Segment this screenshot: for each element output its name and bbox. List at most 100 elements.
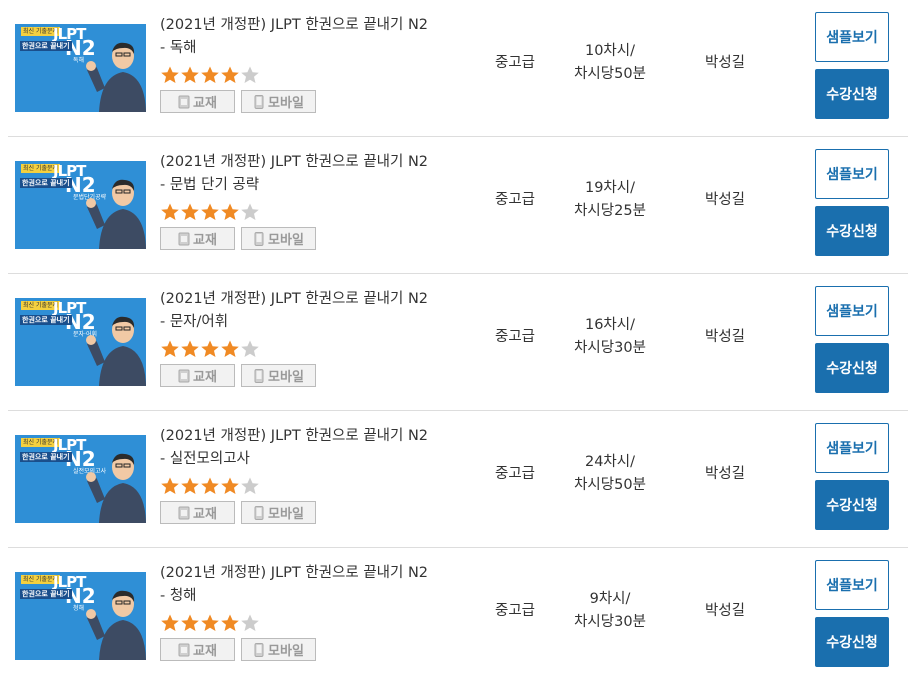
course-tags: 교재 모바일 xyxy=(160,638,480,661)
book-tag: 교재 xyxy=(160,501,235,524)
sample-button[interactable]: 샘플보기 xyxy=(815,149,889,199)
enroll-button[interactable]: 수강신청 xyxy=(815,343,889,393)
star-filled-icon xyxy=(161,477,179,494)
session-count: 16차시/ xyxy=(584,317,636,333)
thumbnail-tag: 독해 xyxy=(73,57,85,64)
book-tag: 교재 xyxy=(160,227,235,250)
course-thumbnail[interactable]: 최신 기출문제 JLPT N2 한권으로 끝내기 문법단기공략 xyxy=(15,161,146,249)
star-empty-icon xyxy=(241,340,259,357)
course-title[interactable]: (2021년 개정판) JLPT 한권으로 끝내기 N2 xyxy=(160,425,480,448)
mobile-tag: 모바일 xyxy=(241,90,316,113)
star-filled-icon xyxy=(201,203,219,220)
instructor-photo-icon xyxy=(86,590,146,660)
course-level: 중고급 xyxy=(494,603,536,619)
enroll-button[interactable]: 수강신청 xyxy=(815,69,889,119)
course-title[interactable]: (2021년 개정판) JLPT 한권으로 끝내기 N2 xyxy=(160,151,480,174)
course-info: (2021년 개정판) JLPT 한권으로 끝내기 N2 - 문자/어휘 교재 xyxy=(160,288,480,387)
course-level: 중고급 xyxy=(494,329,536,345)
star-filled-icon xyxy=(181,66,199,83)
course-title[interactable]: (2021년 개정판) JLPT 한권으로 끝내기 N2 xyxy=(160,14,480,37)
course-thumbnail[interactable]: 최신 기출문제 JLPT N2 한권으로 끝내기 실전모의고사 xyxy=(15,435,146,523)
book-tag-label: 교재 xyxy=(193,644,217,659)
session-duration: 차시당50분 xyxy=(574,66,646,82)
book-icon xyxy=(178,506,190,519)
mobile-icon xyxy=(254,94,264,109)
sample-button[interactable]: 샘플보기 xyxy=(815,286,889,336)
star-filled-icon xyxy=(181,614,199,631)
course-row: 최신 기출문제 JLPT N2 한권으로 끝내기 청해 (2021년 개정판) … xyxy=(0,548,916,677)
course-tags: 교재 모바일 xyxy=(160,501,480,524)
course-subtitle[interactable]: - 청해 xyxy=(160,585,480,608)
course-thumbnail[interactable]: 최신 기출문제 JLPT N2 한권으로 끝내기 문자·어휘 xyxy=(15,298,146,386)
course-row: 최신 기출문제 JLPT N2 한권으로 끝내기 독해 (2021년 개정판) … xyxy=(0,0,916,137)
session-duration: 차시당50분 xyxy=(574,477,646,493)
course-sessions: 24차시/ 차시당50분 xyxy=(560,451,660,497)
course-subtitle[interactable]: - 문법 단기 공략 xyxy=(160,174,480,197)
course-list: 최신 기출문제 JLPT N2 한권으로 끝내기 독해 (2021년 개정판) … xyxy=(0,0,916,677)
book-tag-label: 교재 xyxy=(193,507,217,522)
instructor-photo-icon xyxy=(86,453,146,523)
book-tag: 교재 xyxy=(160,638,235,661)
enroll-button[interactable]: 수강신청 xyxy=(815,480,889,530)
enroll-button[interactable]: 수강신청 xyxy=(815,617,889,667)
mobile-tag: 모바일 xyxy=(241,638,316,661)
rating-stars xyxy=(160,65,480,86)
star-filled-icon xyxy=(221,614,239,631)
course-thumbnail[interactable]: 최신 기출문제 JLPT N2 한권으로 끝내기 청해 xyxy=(15,572,146,660)
session-duration: 차시당30분 xyxy=(574,340,646,356)
course-level: 중고급 xyxy=(494,192,536,208)
course-tags: 교재 모바일 xyxy=(160,90,480,113)
star-filled-icon xyxy=(181,477,199,494)
course-level: 중고급 xyxy=(494,466,536,482)
mobile-icon xyxy=(254,505,264,520)
book-tag: 교재 xyxy=(160,364,235,387)
course-title[interactable]: (2021년 개정판) JLPT 한권으로 끝내기 N2 xyxy=(160,562,480,585)
course-teacher: 박성길 xyxy=(704,55,746,71)
course-subtitle[interactable]: - 실전모의고사 xyxy=(160,448,480,471)
book-icon xyxy=(178,232,190,245)
course-title[interactable]: (2021년 개정판) JLPT 한권으로 끝내기 N2 xyxy=(160,288,480,311)
star-filled-icon xyxy=(161,340,179,357)
book-icon xyxy=(178,369,190,382)
sample-button[interactable]: 샘플보기 xyxy=(815,12,889,62)
mobile-tag-label: 모바일 xyxy=(268,507,304,522)
course-teacher: 박성길 xyxy=(704,192,746,208)
course-teacher: 박성길 xyxy=(704,603,746,619)
course-subtitle[interactable]: - 문자/어휘 xyxy=(160,311,480,334)
course-info: (2021년 개정판) JLPT 한권으로 끝내기 N2 - 청해 교재 모바일 xyxy=(160,562,480,661)
mobile-tag-label: 모바일 xyxy=(268,644,304,659)
course-subtitle[interactable]: - 독해 xyxy=(160,37,480,60)
star-filled-icon xyxy=(221,203,239,220)
sample-button[interactable]: 샘플보기 xyxy=(815,423,889,473)
course-teacher: 박성길 xyxy=(704,329,746,345)
star-filled-icon xyxy=(201,340,219,357)
course-sessions: 19차시/ 차시당25분 xyxy=(560,177,660,223)
mobile-icon xyxy=(254,642,264,657)
instructor-photo-icon xyxy=(86,42,146,112)
session-count: 19차시/ xyxy=(584,180,636,196)
course-tags: 교재 모바일 xyxy=(160,364,480,387)
thumbnail-subtitle: 한권으로 끝내기 xyxy=(20,178,72,188)
star-filled-icon xyxy=(161,203,179,220)
course-info: (2021년 개정판) JLPT 한권으로 끝내기 N2 - 문법 단기 공략 … xyxy=(160,151,480,250)
thumbnail-subtitle: 한권으로 끝내기 xyxy=(20,41,72,51)
book-icon xyxy=(178,643,190,656)
star-filled-icon xyxy=(221,340,239,357)
course-sessions: 9차시/ 차시당30분 xyxy=(560,588,660,634)
star-filled-icon xyxy=(181,340,199,357)
star-filled-icon xyxy=(221,66,239,83)
enroll-button[interactable]: 수강신청 xyxy=(815,206,889,256)
sample-button[interactable]: 샘플보기 xyxy=(815,560,889,610)
course-row: 최신 기출문제 JLPT N2 한권으로 끝내기 문법단기공략 (2021년 개… xyxy=(0,137,916,274)
star-filled-icon xyxy=(201,477,219,494)
course-sessions: 16차시/ 차시당30분 xyxy=(560,314,660,360)
mobile-tag: 모바일 xyxy=(241,364,316,387)
course-sessions: 10차시/ 차시당50분 xyxy=(560,40,660,86)
star-filled-icon xyxy=(161,66,179,83)
book-icon xyxy=(178,95,190,108)
course-row: 최신 기출문제 JLPT N2 한권으로 끝내기 문자·어휘 (2021년 개정… xyxy=(0,274,916,411)
course-thumbnail[interactable]: 최신 기출문제 JLPT N2 한권으로 끝내기 독해 xyxy=(15,24,146,112)
star-filled-icon xyxy=(161,614,179,631)
star-filled-icon xyxy=(201,614,219,631)
course-level: 중고급 xyxy=(494,55,536,71)
